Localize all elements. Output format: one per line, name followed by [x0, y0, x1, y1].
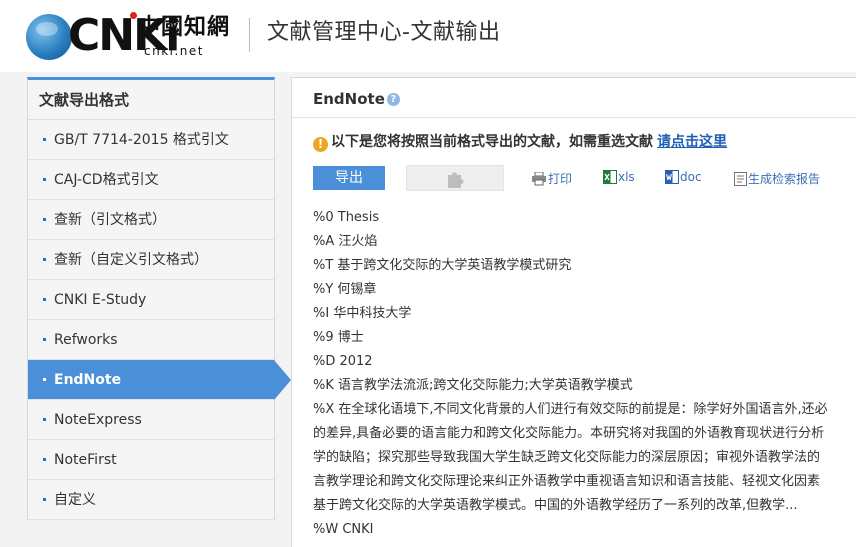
sidebar-item-label: EndNote — [54, 372, 122, 388]
reselect-link[interactable]: 请点击这里 — [657, 134, 727, 150]
sidebar-item-label: Refworks — [54, 332, 118, 348]
record-line: %A 汪火焰 — [313, 234, 378, 249]
record-line: %T 基于跨文化交际的大学英语教学模式研究 — [313, 258, 572, 273]
warning-icon: ! — [313, 137, 328, 152]
bullet-icon — [43, 178, 46, 181]
logo-chinese-text: 中國知網 — [138, 14, 231, 40]
format-list: GB/T 7714-2015 格式引文 CAJ-CD格式引文 查新（引文格式） … — [28, 120, 291, 520]
excel-icon — [603, 170, 617, 184]
format-title: EndNote? — [313, 90, 400, 108]
sidebar-item-label: 查新（自定义引文格式） — [54, 252, 208, 268]
sidebar-item-chaxin[interactable]: 查新（引文格式） — [28, 200, 274, 240]
bullet-icon — [43, 138, 46, 141]
xls-label: xls — [618, 170, 635, 184]
sidebar-item-refworks[interactable]: Refworks — [28, 320, 274, 360]
sidebar-item-label: 查新（引文格式） — [54, 212, 166, 228]
format-title-text: EndNote — [313, 90, 385, 108]
selection-notice: ! 以下是您将按照当前格式导出的文献，如需重选文献 请点击这里 — [313, 131, 727, 152]
title-divider — [292, 117, 856, 118]
bullet-icon — [43, 378, 46, 381]
print-button[interactable]: 打印 — [531, 170, 572, 187]
sidebar-title: 文献导出格式 — [28, 80, 274, 120]
sidebar-item-chaxin-custom[interactable]: 查新（自定义引文格式） — [28, 240, 274, 280]
record-line: %9 博士 — [313, 330, 364, 345]
sidebar-item-label: GB/T 7714-2015 格式引文 — [54, 132, 229, 148]
generate-report-button[interactable]: 生成检索报告 — [734, 170, 820, 187]
sidebar-item-noteexpress[interactable]: NoteExpress — [28, 400, 274, 440]
bullet-icon — [43, 338, 46, 341]
bullet-icon — [43, 218, 46, 221]
record-line: %D 2012 — [313, 354, 373, 369]
logo-dot — [130, 12, 137, 19]
bullet-icon — [43, 258, 46, 261]
logo-domain: cnki.net — [144, 44, 204, 58]
sidebar-item-caj-cd[interactable]: CAJ-CD格式引文 — [28, 160, 274, 200]
page-title: 文献管理中心-文献输出 — [267, 20, 501, 45]
export-record: %0 Thesis %A 汪火焰 %T 基于跨文化交际的大学英语教学模式研究 %… — [313, 206, 856, 542]
sidebar-item-label: CNKI E-Study — [54, 292, 147, 308]
sidebar: 文献导出格式 GB/T 7714-2015 格式引文 CAJ-CD格式引文 查新… — [27, 77, 291, 520]
main-panel: EndNote? ! 以下是您将按照当前格式导出的文献，如需重选文献 请点击这里 导… — [291, 77, 856, 547]
bullet-icon — [43, 498, 46, 501]
word-icon — [665, 170, 679, 184]
record-line: %X 在全球化语境下,不同文化背景的人们进行有效交际的前提是：除学好外国语言外,… — [313, 402, 828, 417]
sidebar-item-custom[interactable]: 自定义 — [28, 480, 274, 520]
sidebar-item-e-study[interactable]: CNKI E-Study — [28, 280, 274, 320]
cnki-logo[interactable]: CNKi 中國知網 cnki.net — [26, 8, 236, 64]
puzzle-icon — [448, 172, 464, 188]
record-line: %Y 何锡章 — [313, 282, 377, 297]
export-button[interactable]: 导出 — [313, 166, 385, 190]
bullet-icon — [43, 458, 46, 461]
sidebar-item-notefirst[interactable]: NoteFirst — [28, 440, 274, 480]
export-doc-button[interactable]: doc — [665, 170, 702, 184]
plugin-button[interactable] — [406, 165, 504, 191]
sidebar-item-label: CAJ-CD格式引文 — [54, 172, 159, 188]
bullet-icon — [43, 418, 46, 421]
print-label: 打印 — [548, 172, 573, 186]
sidebar-item-gbt7714[interactable]: GB/T 7714-2015 格式引文 — [28, 120, 274, 160]
report-label: 生成检索报告 — [748, 172, 821, 186]
record-line: %0 Thesis — [313, 210, 380, 225]
record-line: 基于跨文化交际的大学英语教学模式。中国的外语教学经历了一系列的改革,但教学... — [313, 498, 798, 513]
record-line: %I 华中科技大学 — [313, 306, 412, 321]
record-line: 言教学理论和跨文化交际理论来纠正外语教学中重视语言知识和语言技能、轻视文化因素 — [313, 474, 821, 489]
record-line: 的差异,具备必要的语言能力和跨文化交际能力。本研究将对我国的外语教育现状进行分析 — [313, 426, 825, 441]
sidebar-item-label: NoteFirst — [54, 452, 117, 468]
sidebar-item-label: NoteExpress — [54, 412, 142, 428]
printer-icon — [532, 171, 546, 186]
sidebar-item-label: 自定义 — [54, 492, 96, 508]
notice-text: 以下是您将按照当前格式导出的文献，如需重选文献 — [331, 134, 653, 150]
doc-label: doc — [680, 170, 702, 184]
record-line: %K 语言教学法流派;跨文化交际能力;大学英语教学模式 — [313, 378, 633, 393]
record-line: %W CNKI — [313, 522, 374, 537]
globe-icon — [26, 14, 72, 60]
header-divider — [249, 18, 250, 52]
record-line: 学的缺陷；探究那些导致我国大学生缺乏跨文化交际能力的深层原因；审视外语教学法的 — [313, 450, 821, 465]
report-icon — [734, 172, 747, 186]
question-icon[interactable]: ? — [386, 93, 400, 106]
sidebar-item-endnote[interactable]: EndNote — [28, 360, 291, 400]
page-header: CNKi 中國知網 cnki.net 文献管理中心-文献输出 — [0, 0, 856, 72]
export-xls-button[interactable]: xls — [603, 170, 635, 184]
export-toolbar: 导出 打印 xls doc 生成检索报告 — [313, 165, 853, 191]
bullet-icon — [43, 298, 46, 301]
